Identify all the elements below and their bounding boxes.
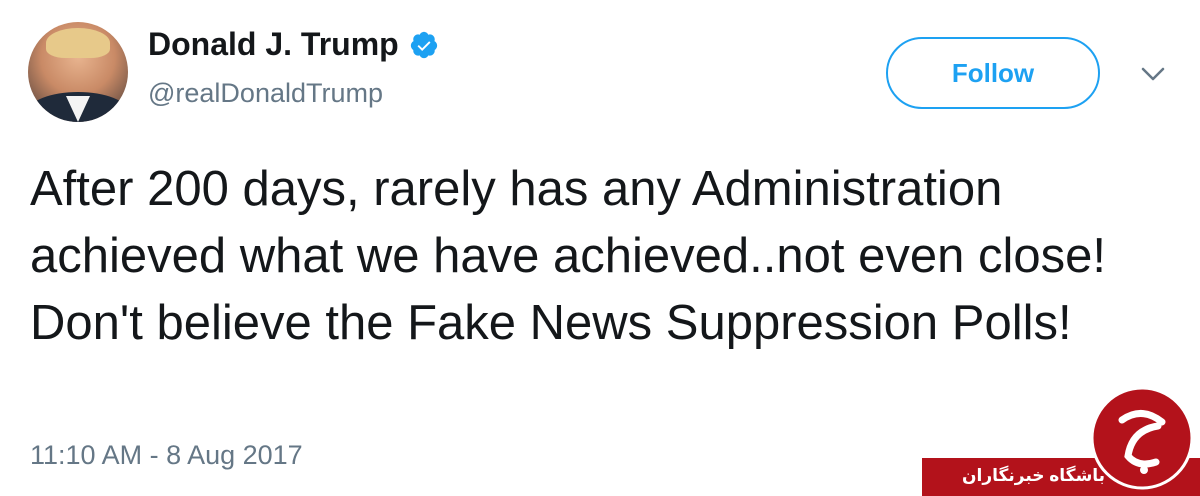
avatar[interactable] — [28, 22, 128, 122]
author-name-row: Donald J. Trump — [148, 26, 439, 63]
tweet-text: After 200 days, rarely has any Administr… — [30, 162, 1106, 350]
follow-button[interactable]: Follow — [886, 37, 1100, 109]
watermark-logo-icon — [1090, 386, 1194, 490]
author-display-name[interactable]: Donald J. Trump — [148, 26, 399, 63]
watermark-text: باشگاه خبرنگاران — [962, 466, 1106, 485]
avatar-hair — [46, 28, 110, 58]
tweet-card: Donald J. Trump @realDonaldTrump Follow … — [0, 0, 1200, 496]
verified-badge-icon — [410, 31, 437, 58]
chevron-down-icon[interactable] — [1140, 64, 1166, 84]
author-handle[interactable]: @realDonaldTrump — [148, 78, 383, 109]
tweet-timestamp[interactable]: 11:10 AM - 8 Aug 2017 — [30, 440, 303, 471]
